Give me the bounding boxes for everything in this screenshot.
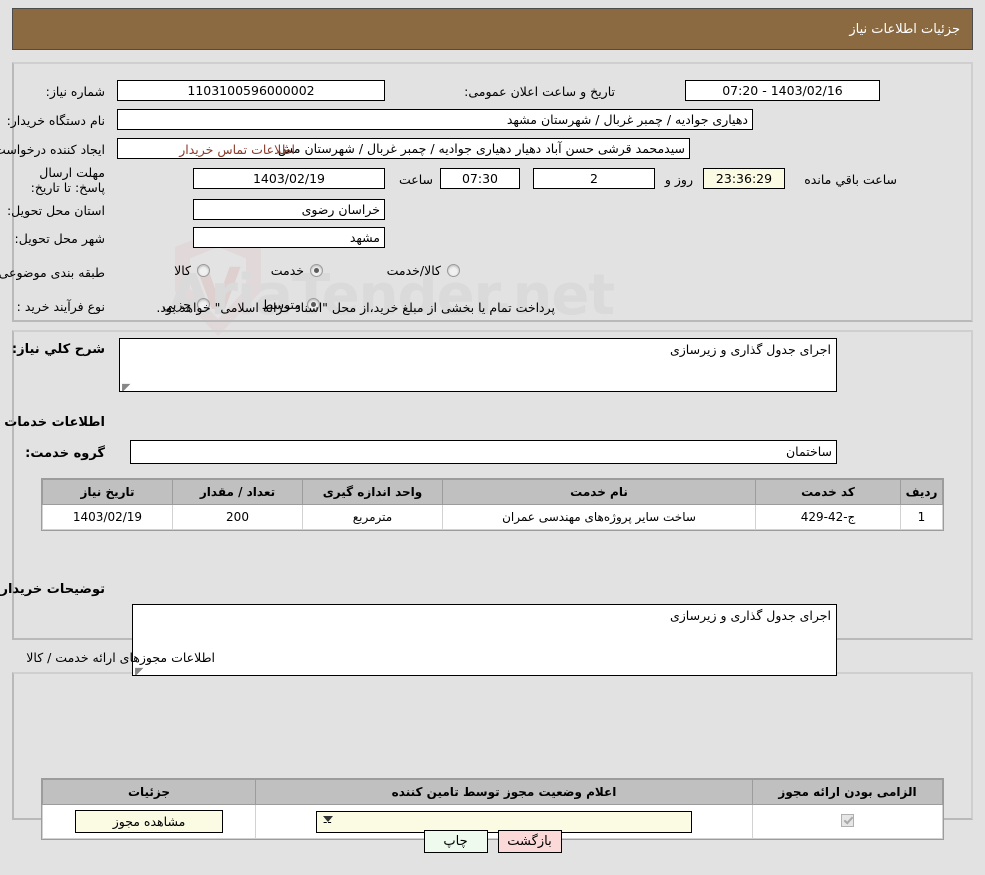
top-info-panel <box>12 62 973 322</box>
category-option-khedmat[interactable]: خدمت <box>271 263 323 278</box>
services-info-title: اطلاعات خدمات مورد نیاز <box>0 415 105 430</box>
announcement-datetime-value: 1403/02/16 - 07:20 <box>685 80 880 101</box>
buyer-notes-label: توضیحات خریدار: <box>0 582 105 597</box>
category-option-kala[interactable]: کالا <box>174 263 210 278</box>
buyer-org-label: نام دستگاه خریدار: <box>6 113 105 128</box>
announcement-datetime-label: تاریخ و ساعت اعلان عمومی: <box>464 84 615 99</box>
request-creator-label: ایجاد کننده درخواست: <box>0 142 105 157</box>
col-date: تاریخ نیاز <box>42 479 173 505</box>
cell-code: ج-42-429 <box>755 504 901 530</box>
buyer-org-value: دهیاری جوادیه / چمبر غربال / شهرستان مشه… <box>117 109 753 130</box>
remaining-days-value: 2 <box>533 168 655 189</box>
category-option-kala-label: کالا <box>174 263 191 278</box>
general-description-value: اجرای جدول گذاری و زیرسازی <box>669 342 831 357</box>
need-number-label: شماره نیاز: <box>45 84 105 99</box>
resize-grip-icon-2[interactable]: ◥ <box>135 664 145 675</box>
radio-kala-khedmat[interactable] <box>447 264 460 277</box>
services-table: ردیف کد خدمت نام خدمت واحد اندازه گیری ت… <box>41 478 944 531</box>
buyer-contact-link[interactable]: اطلاعات تماس خریدار <box>179 142 295 157</box>
days-label: روز و <box>664 172 693 187</box>
page-header: جزئیات اطلاعات نیاز <box>12 8 973 50</box>
buyer-notes-value: اجرای جدول گذاری و زیرسازی <box>669 608 831 623</box>
need-number-value: 1103100596000002 <box>117 80 385 101</box>
col-permit-details: جزئیات <box>42 779 256 805</box>
permits-section-title: اطلاعات مجوزهای ارائه خدمت / کالا <box>26 650 215 665</box>
page-title: جزئیات اطلاعات نیاز <box>849 21 960 37</box>
col-code: کد خدمت <box>755 479 901 505</box>
buyer-notes-textarea[interactable]: اجرای جدول گذاری و زیرسازی ◥ <box>132 604 837 676</box>
services-table-header-row: ردیف کد خدمت نام خدمت واحد اندازه گیری ت… <box>42 479 943 505</box>
permits-table-header-row: الزامی بودن ارائه مجوز اعلام وضعیت مجوز … <box>42 779 943 805</box>
table-row: 1 ج-42-429 ساخت سایر پروژه‌های مهندسی عم… <box>42 504 943 530</box>
back-button[interactable]: بازگشت <box>497 830 562 853</box>
deadline-time-value: 07:30 <box>440 168 520 189</box>
deadline-date-value: 1403/02/19 <box>193 168 385 189</box>
print-button[interactable]: چاپ <box>423 830 488 853</box>
delivery-province-label: استان محل تحویل: <box>6 203 105 218</box>
resize-grip-icon[interactable]: ◥ <box>122 380 132 391</box>
col-unit: واحد اندازه گیری <box>302 479 443 505</box>
permit-required-checkbox <box>841 813 854 827</box>
col-name: نام خدمت <box>442 479 756 505</box>
delivery-city-label: شهر محل تحویل: <box>14 231 105 246</box>
remaining-hours-label: ساعت باقي مانده <box>804 172 897 187</box>
payment-note: پرداخت تمام یا بخشی از مبلغ خرید،از محل … <box>156 300 555 315</box>
countdown-timer: 23:36:29 <box>703 168 785 189</box>
col-permit-required: الزامی بودن ارائه مجوز <box>752 779 943 805</box>
response-deadline-label: مهلت ارسال پاسخ: تا تاریخ: <box>30 165 105 195</box>
general-description-label: شرح کلي نیاز: <box>11 342 105 357</box>
service-group-value: ساختمان <box>130 440 837 464</box>
cell-date: 1403/02/19 <box>42 504 173 530</box>
radio-kala[interactable] <box>197 264 210 277</box>
cell-quantity: 200 <box>172 504 303 530</box>
radio-khedmat[interactable] <box>310 264 323 277</box>
col-row: ردیف <box>900 479 943 505</box>
col-permit-status: اعلام وضعیت مجوز توسط تامین کننده <box>255 779 753 805</box>
purchase-process-type-label: نوع فرآیند خرید : <box>16 299 105 314</box>
cell-name: ساخت سایر پروژه‌های مهندسی عمران <box>442 504 756 530</box>
category-option-kala-khedmat-label: کالا/خدمت <box>386 263 441 278</box>
delivery-city-value: مشهد <box>193 227 385 248</box>
chevron-down-icon <box>323 815 333 822</box>
hour-label: ساعت <box>398 172 433 187</box>
subject-category-label: طبقه بندی موضوعی: <box>0 265 105 280</box>
service-group-label: گروه خدمت: <box>25 446 105 461</box>
cell-unit: مترمربع <box>302 504 443 530</box>
page-root: V AriaTender.net جزئیات اطلاعات نیاز شما… <box>0 0 985 875</box>
cell-row: 1 <box>900 504 943 530</box>
category-option-kala-khedmat[interactable]: کالا/خدمت <box>387 263 460 278</box>
general-description-textarea[interactable]: اجرای جدول گذاری و زیرسازی ◥ <box>119 338 837 392</box>
category-option-khedmat-label: خدمت <box>270 263 304 278</box>
footer-actions: بازگشت چاپ <box>0 830 985 853</box>
col-quantity: تعداد / مقدار <box>172 479 303 505</box>
delivery-province-value: خراسان رضوی <box>193 199 385 220</box>
